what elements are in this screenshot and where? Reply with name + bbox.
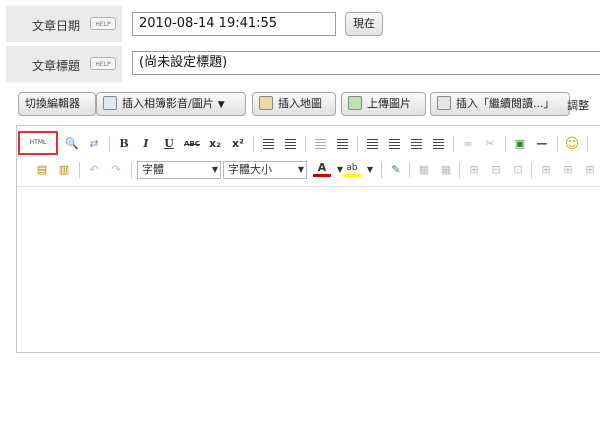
switch-editor-label: 切換編輯器 — [25, 97, 80, 110]
row-props-icon[interactable]: ⊞ — [559, 161, 577, 179]
delete-column-icon[interactable]: ⊟ — [487, 161, 505, 179]
separator — [131, 162, 132, 178]
insert-album-media-label: 插入相簿影音/圖片 — [122, 97, 214, 110]
italic-icon[interactable]: I — [137, 135, 155, 153]
replace-icon[interactable]: ⇄ — [85, 135, 103, 153]
underline-icon[interactable]: U — [160, 135, 178, 153]
title-row: 文章標題 HELP (尚未設定標題) — [0, 44, 600, 84]
editor-toolbar-row-1: HTML 🔍 ⇄ B I U ABC x₂ x² ∞ ✂ ▣ — ☺ — [17, 131, 600, 156]
rich-text-editor[interactable]: HTML 🔍 ⇄ B I U ABC x₂ x² ∞ ✂ ▣ — ☺ ▤ ▥ ↶ — [16, 125, 600, 353]
table-icon[interactable]: ▦ — [415, 161, 433, 179]
continue-icon — [437, 96, 451, 110]
paste-text-icon[interactable]: ▤ — [33, 161, 51, 179]
chevron-down-icon: ▼ — [211, 165, 218, 174]
separator — [109, 136, 110, 152]
editor-content-area[interactable] — [17, 187, 600, 353]
date-input[interactable]: 2010-08-14 19:41:55 — [132, 12, 336, 36]
font-size-value: 字體大小 — [228, 163, 272, 176]
upload-icon — [348, 96, 362, 110]
font-color-icon[interactable]: A — [313, 161, 331, 177]
insert-map-label: 插入地圖 — [278, 97, 322, 110]
separator — [409, 162, 410, 178]
date-row: 文章日期 HELP 2010-08-14 19:41:55 現在 — [0, 4, 600, 44]
map-icon — [259, 96, 273, 110]
date-label: 文章日期 — [32, 19, 81, 33]
align-right-icon[interactable] — [407, 135, 425, 153]
separator — [505, 136, 506, 152]
superscript-icon[interactable]: x² — [229, 135, 247, 153]
editor-toolbar-row-2: ▤ ▥ ↶ ↷ 字體 ▼ 字體大小 ▼ A ▼ ab ▼ ✎ ▦ ▦ ⊞ ⊟ ⊡… — [17, 158, 600, 182]
separator — [557, 136, 558, 152]
find-icon[interactable]: 🔍 — [63, 135, 81, 153]
outdent-icon[interactable] — [311, 135, 329, 153]
align-center-icon[interactable] — [385, 135, 403, 153]
edit-icon[interactable]: ✎ — [387, 161, 405, 179]
separator — [357, 136, 358, 152]
insert-continue-label: 插入「繼續閱讀...」 — [456, 97, 555, 110]
date-help-badge[interactable]: HELP — [90, 17, 116, 30]
separator — [305, 136, 306, 152]
insert-continue-button[interactable]: 插入「繼續閱讀...」 — [430, 92, 570, 116]
font-size-select[interactable]: 字體大小 ▼ — [223, 161, 307, 179]
font-family-select[interactable]: 字體 ▼ — [137, 161, 221, 179]
align-left-icon[interactable] — [363, 135, 381, 153]
indent-icon[interactable] — [333, 135, 351, 153]
unlink-icon[interactable]: ✂ — [481, 135, 499, 153]
emoticon-icon[interactable]: ☺ — [563, 135, 581, 153]
chevron-down-icon: ▼ — [297, 165, 304, 174]
now-button[interactable]: 現在 — [345, 12, 383, 36]
merge-cells-icon[interactable]: ⊡ — [509, 161, 527, 179]
insert-map-button[interactable]: 插入地圖 — [252, 92, 336, 116]
redo-icon[interactable]: ↷ — [107, 161, 125, 179]
album-icon — [103, 96, 117, 110]
undo-icon[interactable]: ↶ — [85, 161, 103, 179]
subscript-icon[interactable]: x₂ — [206, 135, 224, 153]
split-cells-icon[interactable]: ⊞ — [537, 161, 555, 179]
highlight-dropdown-icon[interactable]: ▼ — [361, 161, 379, 179]
table-props-icon[interactable]: ▦ — [437, 161, 455, 179]
separator — [587, 136, 588, 152]
ordered-list-icon[interactable] — [259, 135, 277, 153]
horizontal-rule-icon[interactable]: — — [533, 135, 551, 153]
upload-image-label: 上傳圖片 — [367, 97, 411, 110]
paste-word-icon[interactable]: ▥ — [55, 161, 73, 179]
separator — [453, 136, 454, 152]
adjust-label[interactable]: 調整 — [567, 97, 589, 113]
title-label-cell: 文章標題 HELP — [6, 46, 122, 82]
insert-album-media-button[interactable]: 插入相簿影音/圖片 ▼ — [96, 92, 246, 116]
dropdown-arrow-icon: ▼ — [217, 100, 225, 110]
title-label: 文章標題 — [32, 59, 81, 73]
bold-icon[interactable]: B — [115, 135, 133, 153]
image-icon[interactable]: ▣ — [511, 135, 529, 153]
separator — [531, 162, 532, 178]
cell-props-icon[interactable]: ⊞ — [581, 161, 599, 179]
unordered-list-icon[interactable] — [281, 135, 299, 153]
switch-editor-button[interactable]: 切換編輯器 — [18, 92, 96, 116]
separator — [459, 162, 460, 178]
font-family-value: 字體 — [142, 163, 164, 176]
insert-column-icon[interactable]: ⊞ — [465, 161, 483, 179]
separator — [381, 162, 382, 178]
highlight-icon[interactable]: ab — [343, 161, 361, 177]
separator — [79, 162, 80, 178]
separator — [253, 136, 254, 152]
title-help-badge[interactable]: HELP — [90, 57, 116, 70]
date-label-cell: 文章日期 HELP — [6, 6, 122, 42]
title-input[interactable]: (尚未設定標題) — [132, 51, 600, 75]
action-toolbar: 切換編輯器 插入相簿影音/圖片 ▼ 插入地圖 上傳圖片 插入「繼續閱讀...」 調… — [6, 90, 600, 118]
strikethrough-icon[interactable]: ABC — [183, 135, 201, 153]
upload-image-button[interactable]: 上傳圖片 — [341, 92, 426, 116]
html-source-button[interactable]: HTML — [18, 131, 58, 155]
justify-icon[interactable] — [429, 135, 447, 153]
link-icon[interactable]: ∞ — [459, 135, 477, 153]
